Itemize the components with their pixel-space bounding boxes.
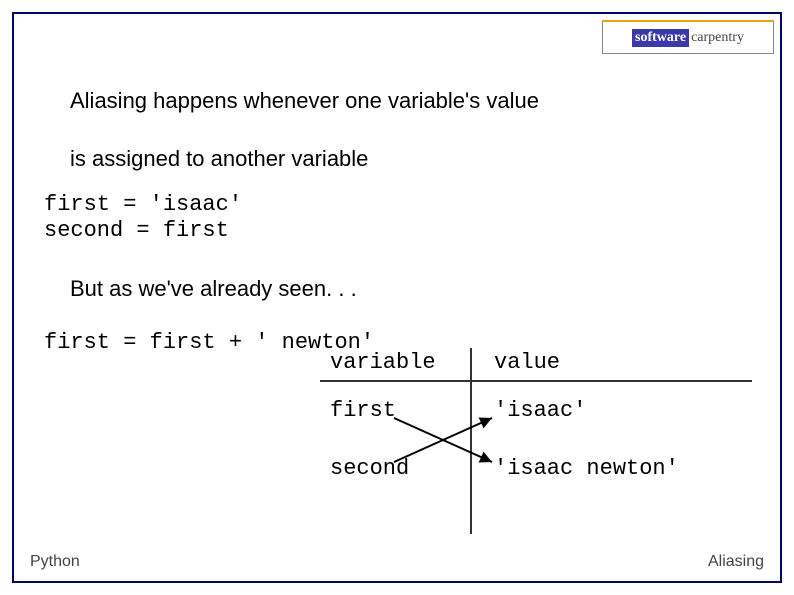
footer-right: Aliasing: [708, 553, 764, 571]
table-row2-var: second: [330, 456, 409, 481]
table-header-variable: variable: [330, 350, 436, 375]
footer-left: Python: [30, 553, 80, 571]
code-block1-line1: first = 'isaac': [44, 192, 242, 217]
text-line-2: is assigned to another variable: [70, 146, 368, 172]
text-line-1: Aliasing happens whenever one variable's…: [70, 88, 539, 114]
table-row1-val: 'isaac': [494, 398, 586, 423]
logo-software-word: software: [632, 29, 689, 47]
code-block1-line2: second = first: [44, 218, 229, 243]
table-header-value: value: [494, 350, 560, 375]
slide-frame: software carpentry Aliasing happens when…: [12, 12, 782, 583]
logo-carpentry-word: carpentry: [691, 30, 744, 46]
table-row2-val: 'isaac newton': [494, 456, 679, 481]
table-header-rule: [320, 380, 752, 382]
table-row1-var: first: [330, 398, 396, 423]
code-block2-line1: first = first + ' newton': [44, 330, 374, 355]
logo-software-carpentry: software carpentry: [602, 20, 774, 54]
text-seen: But as we've already seen. . .: [70, 276, 357, 302]
table-column-rule: [470, 348, 472, 534]
